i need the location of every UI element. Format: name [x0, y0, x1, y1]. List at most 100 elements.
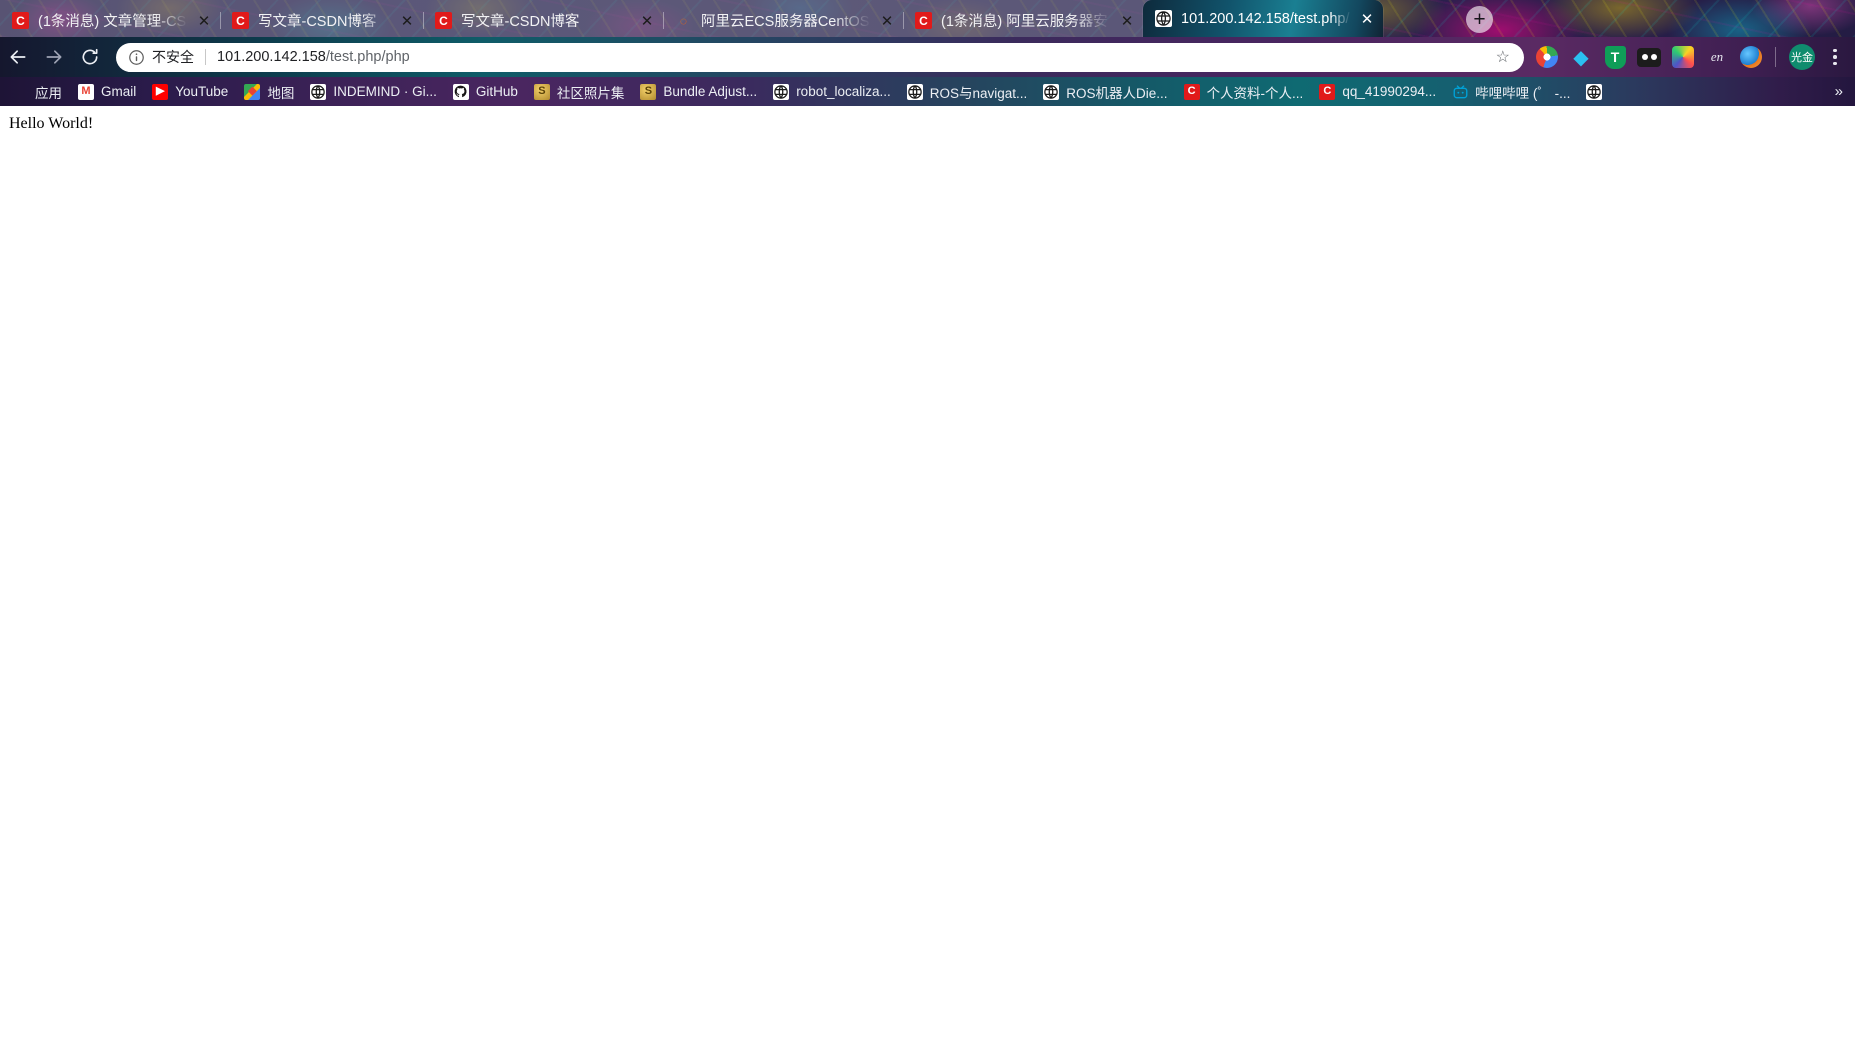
bookmark-community-photos[interactable]: S 社区照片集: [527, 80, 632, 104]
thunder-extension-icon[interactable]: T: [1601, 43, 1629, 71]
bookmark-label: ROS与navigat...: [929, 85, 1028, 101]
bookmark-label: GitHub: [475, 84, 518, 99]
bookmark-label: INDEMIND · Gi...: [333, 84, 437, 99]
profile-avatar[interactable]: 光金: [1789, 44, 1815, 70]
apps-grid-icon: [12, 84, 28, 100]
csdn-icon: C: [12, 12, 29, 29]
coin-icon: S: [533, 83, 550, 100]
bookmark-label: qq_41990294...: [1342, 84, 1437, 99]
tab-5-active[interactable]: 101.200.142.158/test.php/ ✕: [1143, 0, 1383, 37]
dark-reader-extension-icon[interactable]: [1635, 43, 1663, 71]
bookmark-bundle-adjustment[interactable]: S Bundle Adjust...: [633, 80, 764, 104]
bookmarks-bar: 应用 M Gmail ▶ YouTube ◆ 地图 INDEMIND · Gi.…: [0, 77, 1855, 106]
page-body-text: Hello World!: [9, 115, 94, 132]
bookmark-label: Bundle Adjust...: [663, 84, 758, 99]
bookmark-github[interactable]: GitHub: [446, 80, 525, 104]
bookmark-star-icon[interactable]: ☆: [1486, 47, 1510, 67]
bookmark-label: 个人资料-个人...: [1206, 85, 1304, 101]
url-host: 101.200.142.158: [217, 49, 326, 65]
tab-1[interactable]: C 写文章-CSDN博客 ✕: [220, 4, 423, 37]
csdn-icon: C: [1183, 83, 1200, 100]
tab-title: 写文章-CSDN博客: [258, 14, 377, 30]
browser-window: C (1条消息) 文章管理-CSDN ✕ C 写文章-CSDN博客 ✕ C 写文…: [0, 0, 1855, 1056]
chrome-extension-icon[interactable]: [1533, 43, 1561, 71]
info-circle-icon[interactable]: [128, 49, 145, 66]
bookmark-gmail[interactable]: M Gmail: [71, 80, 143, 104]
tab-list: C (1条消息) 文章管理-CSDN ✕ C 写文章-CSDN博客 ✕ C 写文…: [0, 0, 1383, 37]
url-path: /test.php/php: [325, 49, 410, 65]
bookmark-label: ROS机器人Die...: [1066, 85, 1168, 101]
csdn-icon: C: [435, 12, 452, 29]
bookmark-personal-profile[interactable]: C 个人资料-个人...: [1177, 80, 1311, 104]
tab-title: 101.200.142.158/test.php/: [1181, 10, 1350, 27]
omnibox-divider: [205, 49, 206, 65]
toolbar-divider: [1775, 47, 1776, 67]
tab-close-button[interactable]: ✕: [1355, 7, 1379, 31]
bookmark-youtube[interactable]: ▶ YouTube: [145, 80, 235, 104]
url-text: 101.200.142.158/test.php/php: [217, 49, 410, 65]
csdn-icon: C: [1319, 83, 1336, 100]
extensions-tray: ◆ T en 光金: [1524, 43, 1855, 71]
globe-icon: [1586, 83, 1603, 100]
bookmark-apps[interactable]: 应用: [5, 80, 69, 104]
tab-title: 阿里云ECS服务器CentOS: [701, 14, 870, 30]
tab-strip: C (1条消息) 文章管理-CSDN ✕ C 写文章-CSDN博客 ✕ C 写文…: [0, 0, 1855, 37]
new-tab-button[interactable]: +: [1466, 6, 1493, 33]
aliyun-icon: ◌: [679, 13, 688, 28]
reload-button[interactable]: [72, 39, 108, 75]
bookmark-ros-robot-die[interactable]: ROS机器人Die...: [1036, 80, 1174, 104]
gmail-icon: M: [78, 83, 94, 100]
back-button[interactable]: [0, 39, 36, 75]
tab-0[interactable]: C (1条消息) 文章管理-CSDN ✕: [0, 4, 220, 37]
bookmark-robot-localization[interactable]: robot_localiza...: [766, 80, 898, 104]
globe-icon: [310, 83, 327, 100]
browser-toolbar: 不安全 101.200.142.158/test.php/php ☆ ◆ T e…: [0, 37, 1855, 77]
tab-separator: [663, 12, 664, 29]
tab-separator: [220, 12, 221, 29]
tab-close-button[interactable]: ✕: [1115, 9, 1139, 33]
globe-icon: [1155, 10, 1172, 27]
translate-en-extension-icon[interactable]: en: [1703, 43, 1731, 71]
tab-close-button[interactable]: ✕: [635, 9, 659, 33]
bookmark-indemind[interactable]: INDEMIND · Gi...: [303, 80, 444, 104]
tab-title: 写文章-CSDN博客: [461, 14, 580, 30]
page-viewport: Hello World!: [0, 106, 1855, 1056]
youtube-icon: ▶: [152, 83, 169, 100]
rainbow-extension-icon[interactable]: [1669, 43, 1697, 71]
chrome-menu-button[interactable]: [1821, 43, 1849, 71]
tab-close-button[interactable]: ✕: [395, 9, 419, 33]
tab-close-button[interactable]: ✕: [875, 9, 899, 33]
github-icon: [452, 83, 469, 100]
bookmark-qq-account[interactable]: C qq_41990294...: [1312, 80, 1443, 104]
globe-icon: [773, 83, 790, 100]
tab-2[interactable]: C 写文章-CSDN博客 ✕: [423, 4, 663, 37]
address-bar[interactable]: 不安全 101.200.142.158/test.php/php ☆: [116, 42, 1524, 72]
forward-button[interactable]: [36, 39, 72, 75]
bookmark-last-globe[interactable]: [1579, 80, 1616, 104]
bookmark-label: robot_localiza...: [796, 84, 891, 99]
bookmark-label: 哔哩哔哩 (゜ -...: [1475, 85, 1571, 101]
bookmark-ros-navigation[interactable]: ROS与navigat...: [900, 80, 1035, 104]
bookmarks-overflow-button[interactable]: »: [1823, 83, 1855, 100]
tab-title: (1条消息) 文章管理-CSDN: [38, 14, 188, 30]
csdn-icon: C: [915, 12, 932, 29]
tab-3[interactable]: ◌ 阿里云ECS服务器CentOS ✕: [663, 4, 903, 37]
bookmark-label: 应用: [35, 85, 62, 101]
coin-icon: S: [640, 83, 657, 100]
bookmark-label: Gmail: [101, 84, 137, 99]
tab-separator: [903, 12, 904, 29]
csdn-icon: C: [232, 12, 249, 29]
tab-close-button[interactable]: ✕: [192, 9, 216, 33]
globe-icon: [1043, 83, 1060, 100]
bookmark-maps[interactable]: ◆ 地图: [237, 80, 301, 104]
google-maps-icon: ◆: [244, 83, 261, 100]
globe-icon: [906, 83, 923, 100]
bookmark-bilibili[interactable]: 哔哩哔哩 (゜ -...: [1445, 80, 1577, 104]
tab-4[interactable]: C (1条消息) 阿里云服务器安 ✕: [903, 4, 1143, 37]
bookmark-label: YouTube: [175, 84, 229, 99]
bookmark-label: 社区照片集: [556, 85, 625, 101]
tab-title: (1条消息) 阿里云服务器安: [941, 14, 1108, 30]
orange-extension-icon[interactable]: [1737, 43, 1765, 71]
diamond-extension-icon[interactable]: ◆: [1567, 43, 1595, 71]
security-status-label: 不安全: [152, 49, 194, 65]
